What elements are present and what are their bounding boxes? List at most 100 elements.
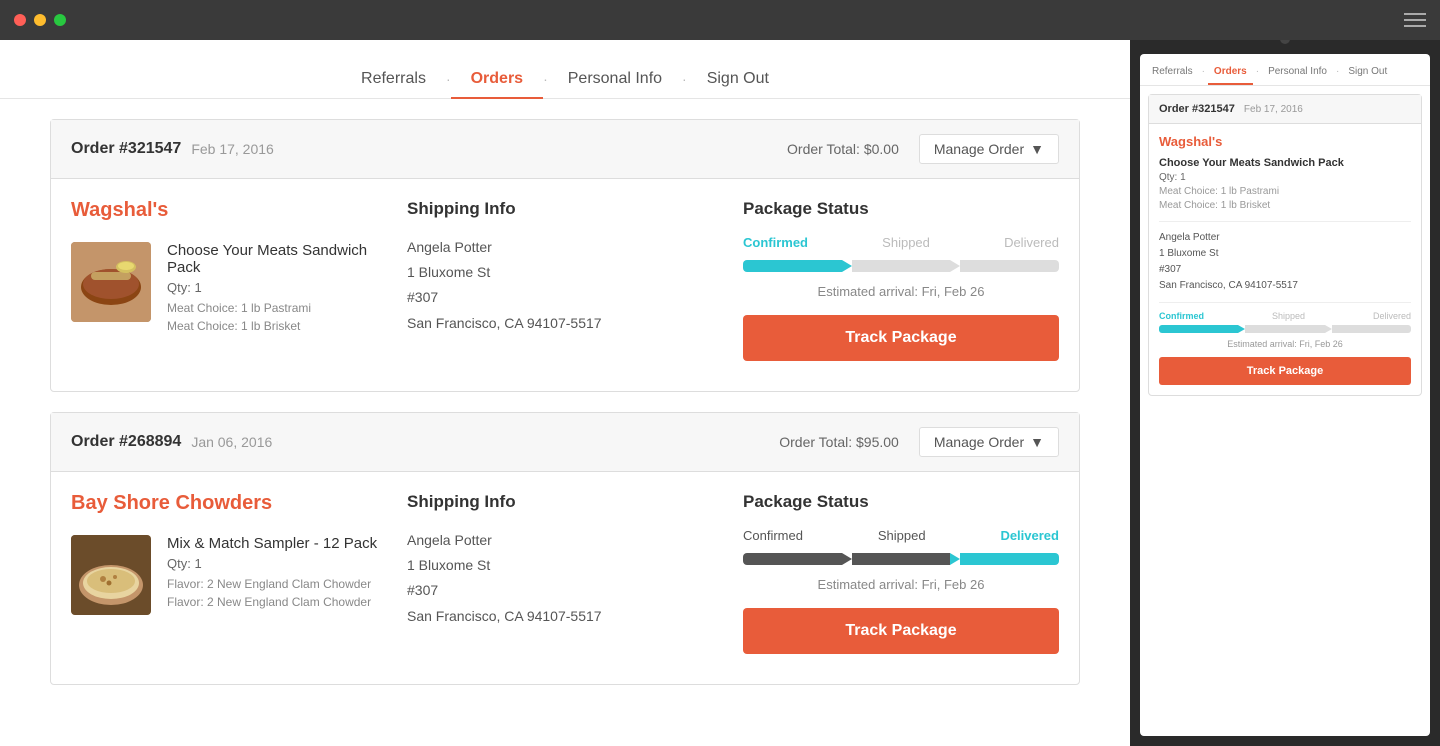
mobile-nav-sep-3: ·	[1335, 62, 1340, 85]
status-label-1: Package Status	[743, 199, 1059, 219]
order-total-1: Order Total: $0.00	[787, 141, 899, 157]
order-status-section-1: Package Status Confirmed Shipped Deliver…	[743, 199, 1059, 361]
mobile-estimated: Estimated arrival: Fri, Feb 26	[1159, 339, 1411, 349]
store-name-2: Bay Shore Chowders	[71, 492, 387, 515]
status-shipped-1: Shipped	[882, 235, 930, 250]
mobile-divider-2	[1159, 302, 1411, 303]
meat-image-svg	[71, 242, 151, 322]
mobile-product-meta: Meat Choice: 1 lb Pastrami Meat Choice: …	[1159, 185, 1411, 213]
main-nav: Referrals · Orders · Personal Info · Sig…	[0, 40, 1130, 99]
order-date-1: Feb 17, 2016	[191, 141, 274, 157]
mobile-order-body: Wagshal's Choose Your Meats Sandwich Pac…	[1149, 124, 1421, 395]
product-row-2: Mix & Match Sampler - 12 Pack Qty: 1 Fla…	[71, 535, 387, 615]
order-shipping-section-1: Shipping Info Angela Potter 1 Bluxome St…	[407, 199, 743, 361]
order-status-section-2: Package Status Confirmed Shipped Deliver…	[743, 492, 1059, 654]
bar-seg-shipped-1	[852, 260, 951, 272]
manage-order-btn-1[interactable]: Manage Order ▼	[919, 134, 1059, 164]
mobile-nav: Referrals · Orders · Personal Info · Sig…	[1140, 54, 1430, 86]
mobile-nav-personal-info[interactable]: Personal Info	[1262, 62, 1333, 85]
mobile-order-date: Feb 17, 2016	[1244, 104, 1303, 115]
product-meta-2: Flavor: 2 New England Clam Chowder Flavo…	[167, 575, 377, 611]
product-meta-1: Meat Choice: 1 lb Pastrami Meat Choice: …	[167, 299, 387, 335]
mobile-bar-arrow-1	[1238, 325, 1245, 333]
mobile-track-btn[interactable]: Track Package	[1159, 357, 1411, 385]
shipping-info-1: Angela Potter 1 Bluxome St #307 San Fran…	[407, 235, 723, 336]
status-delivered-1: Delivered	[1004, 235, 1059, 250]
mobile-bar-arrow-2	[1325, 325, 1332, 333]
mobile-status-bar	[1159, 325, 1411, 333]
mobile-bar-seg-1	[1159, 325, 1238, 333]
bar-arrow-3	[842, 553, 852, 565]
status-delivered-2: Delivered	[1000, 528, 1059, 543]
mobile-divider-1	[1159, 221, 1411, 222]
mobile-nav-orders[interactable]: Orders	[1208, 62, 1253, 85]
minimize-dot[interactable]	[34, 14, 46, 26]
status-shipped-2: Shipped	[878, 528, 926, 543]
bar-arrow-4	[950, 553, 960, 565]
manage-order-arrow-2: ▼	[1030, 434, 1044, 450]
status-confirmed-2: Confirmed	[743, 528, 803, 543]
mobile-nav-referrals[interactable]: Referrals	[1146, 62, 1199, 85]
order-header-1: Order #321547 Feb 17, 2016 Order Total: …	[51, 120, 1079, 179]
mobile-order-header: Order #321547 Feb 17, 2016	[1149, 95, 1421, 124]
mobile-status-shipped: Shipped	[1272, 311, 1305, 321]
manage-order-label-2: Manage Order	[934, 434, 1024, 450]
order-total-2: Order Total: $95.00	[779, 434, 899, 450]
order-card-1: Order #321547 Feb 17, 2016 Order Total: …	[50, 119, 1080, 392]
mobile-product-qty: Qty: 1	[1159, 172, 1411, 183]
mobile-status-steps: Confirmed Shipped Delivered	[1159, 311, 1411, 321]
track-package-btn-2[interactable]: Track Package	[743, 608, 1059, 654]
status-bar-2	[743, 553, 1059, 565]
maximize-dot[interactable]	[54, 14, 66, 26]
mobile-status-confirmed: Confirmed	[1159, 311, 1204, 321]
order-body-1: Wagshal's	[51, 179, 1079, 391]
mobile-order-number: Order #321547	[1159, 103, 1235, 115]
product-qty-2: Qty: 1	[167, 556, 377, 571]
status-label-2: Package Status	[743, 492, 1059, 512]
order-number-2: Order #268894	[71, 433, 181, 451]
hamburger-icon[interactable]	[1404, 13, 1426, 27]
nav-sign-out[interactable]: Sign Out	[687, 60, 789, 98]
shipping-label-2: Shipping Info	[407, 492, 723, 512]
nav-referrals[interactable]: Referrals	[341, 60, 446, 98]
shipping-label-1: Shipping Info	[407, 199, 723, 219]
status-steps-1: Confirmed Shipped Delivered	[743, 235, 1059, 250]
shipping-info-2: Angela Potter 1 Bluxome St #307 San Fran…	[407, 528, 723, 629]
product-image-1	[71, 242, 151, 322]
status-bar-1	[743, 260, 1059, 272]
mobile-nav-sep-1: ·	[1201, 62, 1206, 85]
manage-order-btn-2[interactable]: Manage Order ▼	[919, 427, 1059, 457]
window-chrome	[0, 0, 1440, 40]
mobile-bar-seg-3	[1332, 325, 1411, 333]
chowder-image-svg	[71, 535, 151, 615]
order-date-2: Jan 06, 2016	[191, 434, 272, 450]
bar-seg-confirmed-1	[743, 260, 842, 272]
mobile-store-name: Wagshal's	[1159, 134, 1411, 149]
product-qty-1: Qty: 1	[167, 280, 387, 295]
product-details-1: Choose Your Meats Sandwich Pack Qty: 1 M…	[167, 242, 387, 335]
manage-order-arrow-1: ▼	[1030, 141, 1044, 157]
order-shipping-section-2: Shipping Info Angela Potter 1 Bluxome St…	[407, 492, 743, 654]
store-name-1: Wagshal's	[71, 199, 387, 222]
status-steps-2: Confirmed Shipped Delivered	[743, 528, 1059, 543]
estimated-arrival-1: Estimated arrival: Fri, Feb 26	[743, 284, 1059, 299]
mobile-status-delivered: Delivered	[1373, 311, 1411, 321]
nav-personal-info[interactable]: Personal Info	[548, 60, 682, 98]
nav-orders[interactable]: Orders	[451, 60, 543, 98]
product-name-1: Choose Your Meats Sandwich Pack	[167, 242, 387, 276]
bar-seg-delivered-2	[960, 553, 1059, 565]
mobile-bar-seg-2	[1245, 325, 1324, 333]
mobile-product-name: Choose Your Meats Sandwich Pack	[1159, 157, 1411, 169]
orders-container: Order #321547 Feb 17, 2016 Order Total: …	[0, 119, 1130, 735]
bar-arrow-1	[842, 260, 852, 272]
close-dot[interactable]	[14, 14, 26, 26]
order-number-1: Order #321547	[71, 140, 181, 158]
bar-seg-delivered-1	[960, 260, 1059, 272]
order-card-2: Order #268894 Jan 06, 2016 Order Total: …	[50, 412, 1080, 685]
order-product-section-1: Wagshal's	[71, 199, 407, 361]
status-confirmed-1: Confirmed	[743, 235, 808, 250]
track-package-btn-1[interactable]: Track Package	[743, 315, 1059, 361]
mobile-nav-sign-out[interactable]: Sign Out	[1342, 62, 1393, 85]
phone-mockup: Referrals · Orders · Personal Info · Sig…	[1130, 0, 1440, 746]
bar-arrow-2	[950, 260, 960, 272]
